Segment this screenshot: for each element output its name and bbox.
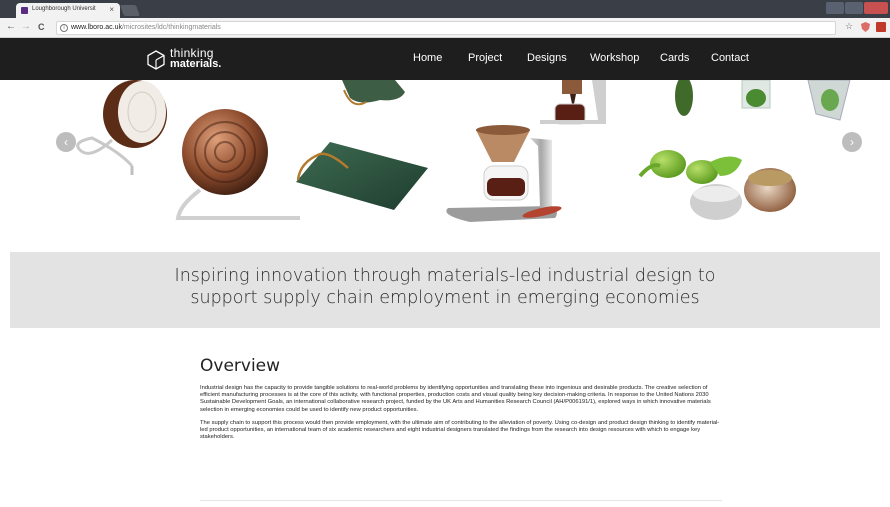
nav-workshop[interactable]: Workshop bbox=[590, 52, 639, 64]
pdf-extension-icon[interactable] bbox=[876, 22, 886, 32]
logo-text-materials: materials. bbox=[170, 58, 222, 70]
browser-toolbar: ← → C i www.lboro.ac.uk/microsites/ldc/t… bbox=[0, 18, 890, 38]
info-icon[interactable]: i bbox=[60, 24, 68, 32]
address-bar[interactable]: i www.lboro.ac.uk/microsites/ldc/thinkin… bbox=[56, 21, 836, 35]
tab-title: Loughborough Universit bbox=[32, 6, 96, 12]
tagline-line-2: support supply chain employment in emerg… bbox=[190, 288, 700, 308]
university-favicon-icon bbox=[21, 7, 28, 14]
window-minimize-button[interactable] bbox=[826, 2, 844, 14]
tab-close-icon[interactable]: × bbox=[109, 5, 114, 14]
site-navbar: thinking materials. Home Project Designs… bbox=[0, 38, 890, 80]
window-close-button[interactable] bbox=[864, 2, 888, 14]
carousel-product-image bbox=[76, 80, 851, 222]
overview-paragraph-2: The supply chain to support this process… bbox=[200, 419, 720, 441]
carousel-prev-button[interactable]: ‹ bbox=[56, 132, 76, 152]
browser-tab[interactable]: Loughborough Universit × bbox=[16, 3, 120, 18]
url-path: /microsites/ldc/thinkingmaterials bbox=[121, 24, 221, 31]
tagline-line-1: Inspiring innovation through materials-l… bbox=[174, 266, 716, 286]
shield-extension-icon[interactable] bbox=[861, 22, 870, 34]
cube-logo-icon bbox=[147, 50, 165, 70]
section-divider bbox=[200, 500, 722, 501]
nav-contact[interactable]: Contact bbox=[711, 52, 749, 64]
nav-home[interactable]: Home bbox=[413, 52, 442, 64]
carousel-next-button[interactable]: › bbox=[842, 132, 862, 152]
overview-section: Overview Industrial design has the capac… bbox=[200, 356, 720, 447]
overview-paragraph-1: Industrial design has the capacity to pr… bbox=[200, 385, 711, 413]
reload-icon[interactable]: C bbox=[38, 22, 45, 32]
forward-arrow-icon[interactable]: → bbox=[21, 21, 31, 32]
nav-designs[interactable]: Designs bbox=[527, 52, 567, 64]
product-carousel[interactable]: ‹ › bbox=[0, 80, 890, 252]
url-host: www.lboro.ac.uk bbox=[71, 24, 122, 31]
nav-project[interactable]: Project bbox=[468, 52, 502, 64]
browser-titlebar: Loughborough Universit × bbox=[0, 0, 890, 18]
tagline-banner: Inspiring innovation through materials-l… bbox=[10, 252, 880, 328]
window-maximize-button[interactable] bbox=[845, 2, 863, 14]
overview-heading: Overview bbox=[200, 356, 281, 376]
nav-cards[interactable]: Cards bbox=[660, 52, 689, 64]
new-tab-button[interactable] bbox=[119, 5, 141, 16]
bookmark-star-icon[interactable]: ☆ bbox=[845, 21, 853, 32]
back-arrow-icon[interactable]: ← bbox=[6, 21, 16, 32]
